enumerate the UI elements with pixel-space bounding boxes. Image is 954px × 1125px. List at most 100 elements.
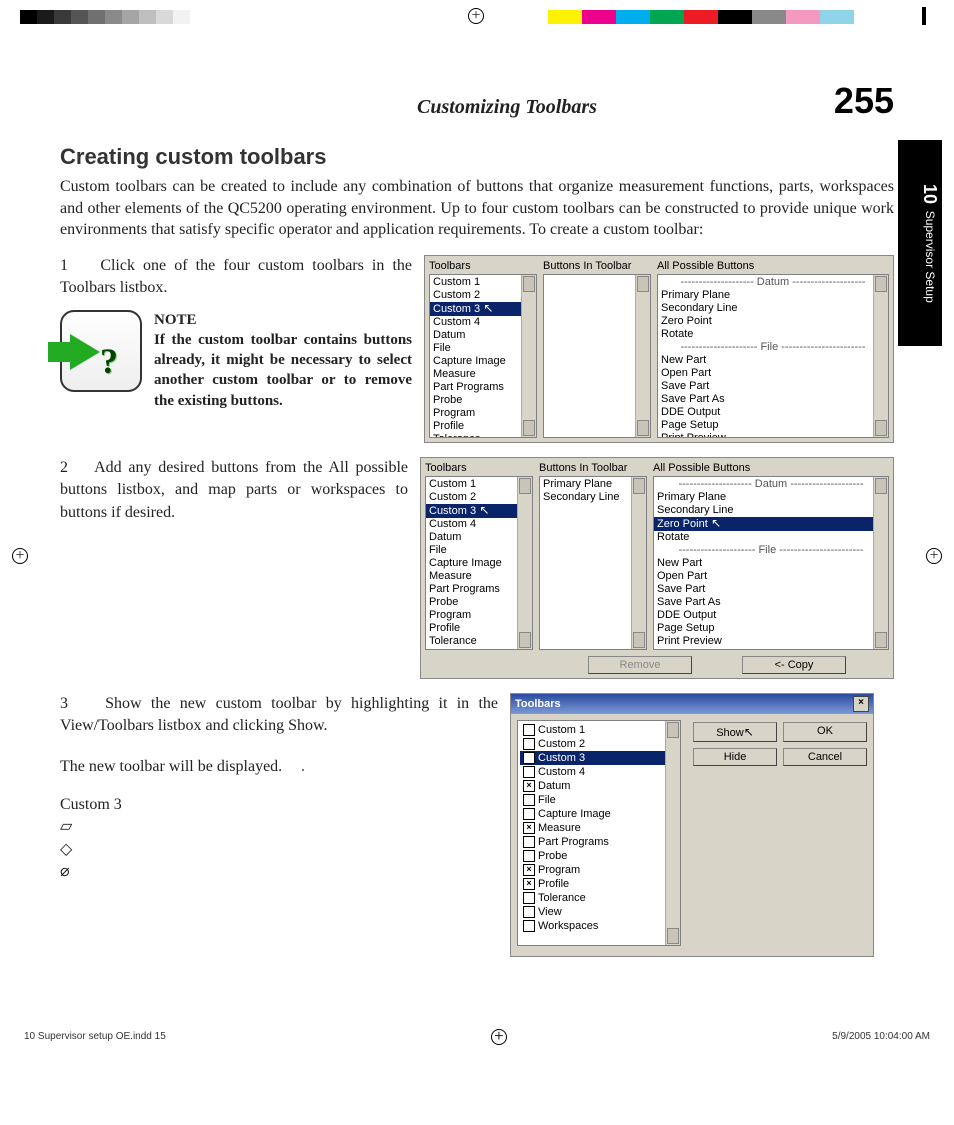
checklist-item[interactable]: Capture Image (520, 807, 678, 821)
checklist-item[interactable]: Part Programs (520, 835, 678, 849)
checklist-label: Custom 4 (538, 765, 585, 779)
step-2: 2 Add any desired buttons from the All p… (60, 457, 408, 524)
step-number: 1 (60, 257, 68, 274)
checkbox-icon[interactable]: × (523, 864, 535, 876)
list-item[interactable]: Primary Plane (654, 491, 888, 504)
list-item[interactable]: Open Part (654, 570, 888, 583)
list-item[interactable]: Rotate (658, 328, 888, 341)
all-possible-listbox[interactable]: -------------------- Datum -------------… (657, 274, 889, 438)
checklist-item[interactable]: File (520, 793, 678, 807)
checkbox-icon[interactable] (523, 836, 535, 848)
cursor-icon: ↖ (744, 725, 754, 739)
list-item[interactable]: Zero Point ↖ (654, 517, 888, 531)
toolbar-icon[interactable]: ▱ (60, 816, 498, 838)
checklist-label: Custom 1 (538, 723, 585, 737)
page-footer: 10 Supervisor setup OE.indd 15 5/9/2005 … (0, 991, 954, 1065)
crop-mark (922, 7, 926, 25)
checklist-item[interactable]: View (520, 905, 678, 919)
toolbars-label: Toolbars (429, 260, 537, 272)
cancel-button[interactable]: Cancel (783, 748, 867, 766)
close-icon[interactable]: × (853, 696, 869, 712)
checklist-item[interactable]: ×Datum (520, 779, 678, 793)
checkbox-icon[interactable] (523, 850, 535, 862)
list-item[interactable]: Save Part As (658, 393, 888, 406)
list-item[interactable]: Secondary Line (654, 504, 888, 517)
checklist-item[interactable]: Custom 1 (520, 723, 678, 737)
copy-button[interactable]: <- Copy (742, 656, 846, 674)
all-possible-listbox[interactable]: -------------------- Datum -------------… (653, 476, 889, 650)
list-item[interactable]: Zero Point (658, 315, 888, 328)
checkbox-icon[interactable] (523, 752, 535, 764)
list-item[interactable]: Primary Plane (658, 289, 888, 302)
checklist-item[interactable]: ×Program (520, 863, 678, 877)
ok-button[interactable]: OK (783, 722, 867, 742)
buttons-in-listbox[interactable]: Primary PlaneSecondary Line (539, 476, 647, 650)
checklist-item[interactable]: Custom 4 (520, 765, 678, 779)
list-item[interactable]: Print (654, 648, 888, 650)
checkbox-icon[interactable]: × (523, 822, 535, 834)
checkbox-icon[interactable] (523, 738, 535, 750)
footer-left: 10 Supervisor setup OE.indd 15 (24, 1031, 166, 1047)
checkbox-icon[interactable] (523, 766, 535, 778)
toolbars-checklist[interactable]: Custom 1Custom 2Custom 3Custom 4×DatumFi… (517, 720, 681, 946)
toolbar-icon[interactable]: ⌀ (60, 861, 498, 883)
list-item[interactable]: Page Setup (658, 419, 888, 432)
side-tab-label: Supervisor Setup (923, 210, 937, 302)
list-item[interactable]: Save Part As (654, 596, 888, 609)
list-item[interactable]: Rotate (654, 531, 888, 544)
checklist-label: Part Programs (538, 835, 609, 849)
checkbox-icon[interactable] (523, 808, 535, 820)
step-number: 3 (60, 695, 68, 712)
list-item[interactable]: Print Preview (654, 635, 888, 648)
list-item[interactable]: New Part (658, 354, 888, 367)
list-item[interactable]: DDE Output (654, 609, 888, 622)
checkbox-icon[interactable] (523, 892, 535, 904)
all-possible-label: All Possible Buttons (657, 260, 889, 272)
buttons-in-listbox[interactable] (543, 274, 651, 438)
hide-button[interactable]: Hide (693, 748, 777, 766)
checklist-item[interactable]: Probe (520, 849, 678, 863)
note-heading: NOTE (154, 312, 197, 328)
chapter-title: Customizing Toolbars (417, 96, 597, 119)
checklist-label: Custom 2 (538, 737, 585, 751)
list-item[interactable]: DDE Output (658, 406, 888, 419)
section-title: Creating custom toolbars (60, 144, 894, 170)
note-icon: ? (60, 310, 142, 392)
checklist-label: Tolerance (538, 891, 586, 905)
checkbox-icon[interactable]: × (523, 878, 535, 890)
checklist-label: Capture Image (538, 807, 611, 821)
note-body: If the custom toolbar contains buttons a… (154, 332, 412, 409)
list-item[interactable]: Secondary Line (658, 302, 888, 315)
toolbar-icon[interactable]: ◇ (60, 839, 498, 861)
question-mark-icon: ? (100, 336, 118, 386)
list-item[interactable]: New Part (654, 557, 888, 570)
list-item: --------------------- File -------------… (654, 544, 888, 557)
show-button[interactable]: Show↖ (693, 722, 777, 742)
list-item[interactable]: Save Part (654, 583, 888, 596)
list-item[interactable]: Save Part (658, 380, 888, 393)
remove-button[interactable]: Remove (588, 656, 692, 674)
toolbars-listbox[interactable]: Custom 1Custom 2Custom 3 ↖Custom 4DatumF… (425, 476, 533, 650)
checklist-item[interactable]: Custom 2 (520, 737, 678, 751)
list-item[interactable]: Page Setup (654, 622, 888, 635)
checklist-item[interactable]: ×Measure (520, 821, 678, 835)
checkbox-icon[interactable] (523, 724, 535, 736)
checkbox-icon[interactable]: × (523, 780, 535, 792)
checkbox-icon[interactable] (523, 794, 535, 806)
checklist-label: Program (538, 863, 580, 877)
checklist-item[interactable]: Custom 3 (520, 751, 678, 765)
checklist-label: Profile (538, 877, 569, 891)
list-item[interactable]: Print Preview (658, 432, 888, 438)
checklist-item[interactable]: ×Profile (520, 877, 678, 891)
list-item[interactable]: Open Part (658, 367, 888, 380)
checklist-label: View (538, 905, 562, 919)
toolbars-listbox[interactable]: Custom 1Custom 2Custom 3 ↖Custom 4DatumF… (429, 274, 537, 438)
checkbox-icon[interactable] (523, 920, 535, 932)
checklist-label: Workspaces (538, 919, 598, 933)
checklist-label: File (538, 793, 556, 807)
checklist-item[interactable]: Workspaces (520, 919, 678, 933)
registration-mark-icon (12, 548, 28, 564)
checkbox-icon[interactable] (523, 906, 535, 918)
registration-mark-icon (926, 548, 942, 564)
checklist-item[interactable]: Tolerance (520, 891, 678, 905)
